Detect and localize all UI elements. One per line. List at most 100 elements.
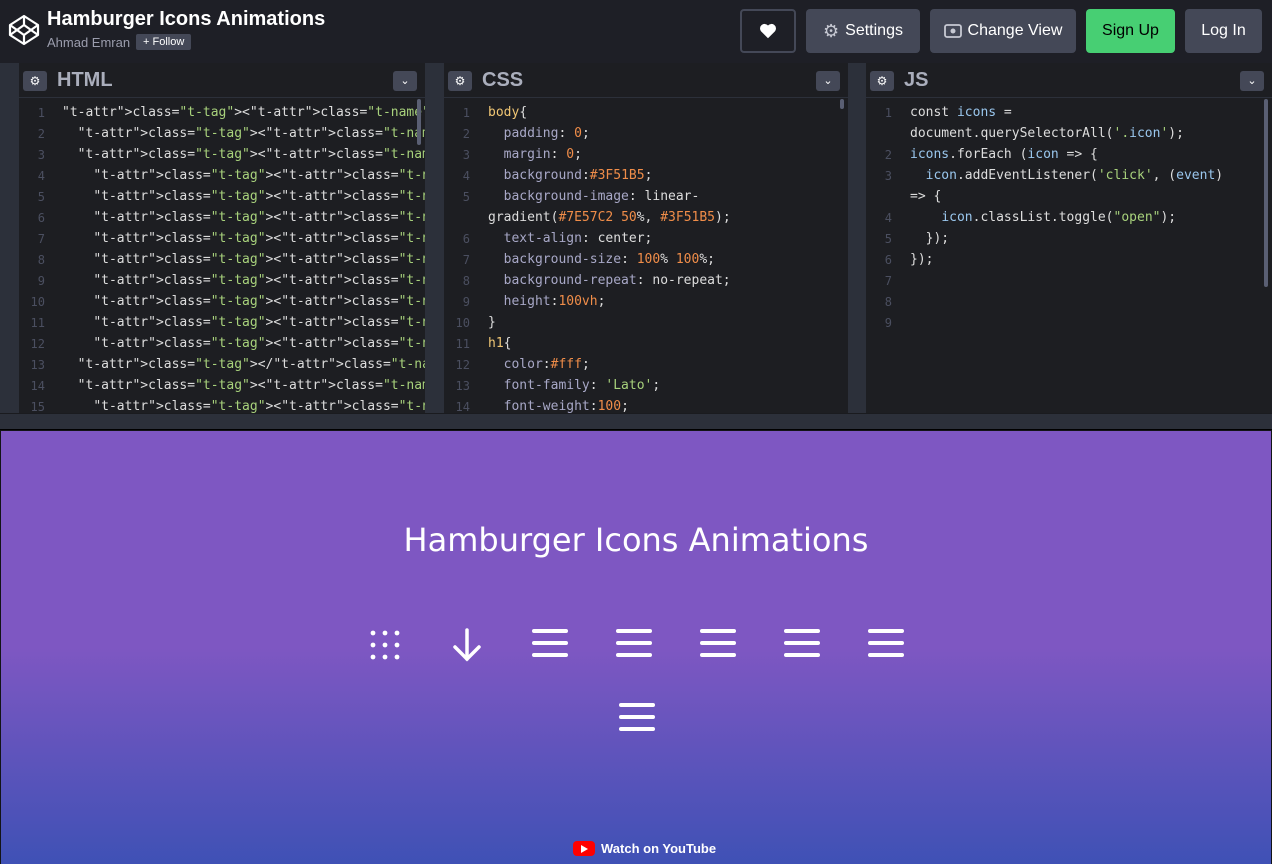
css-scrollbar[interactable] — [840, 99, 844, 109]
js-editor[interactable]: ⚙ JS ⌄ 1 const icons = document.querySelec… — [866, 63, 1272, 413]
hamburger-bar — [616, 641, 652, 645]
signup-button[interactable]: Sign Up — [1086, 9, 1175, 53]
codepen-logo-icon[interactable] — [8, 14, 40, 46]
html-editor[interactable]: ⚙ HTML ⌄ 1 "t-attr">class="t-tag"><"t-att… — [19, 63, 425, 413]
follow-button[interactable]: + Follow — [136, 34, 192, 50]
js-code-line[interactable]: 4 icon.classList.toggle("open"); — [866, 208, 1272, 229]
css-code-line[interactable]: 8 background-repeat: no-repeat; — [444, 271, 848, 292]
html-code-line[interactable]: 4 "t-attr">class="t-tag"><"t-attr">class… — [19, 166, 425, 187]
line-number: 4 — [884, 211, 892, 225]
js-code-line[interactable]: 3 icon.addEventListener('click', (event) — [866, 166, 1272, 187]
js-code-line[interactable]: 9 — [866, 313, 1272, 334]
css-code-line[interactable]: 14 font-weight:100; — [444, 397, 848, 413]
line-number: 9 — [884, 316, 892, 330]
change-view-button[interactable]: Change View — [930, 9, 1076, 53]
line-text: icons.forEach (icon => { — [910, 147, 1098, 162]
hamburger-icon[interactable] — [532, 627, 568, 663]
html-code-line[interactable]: 9 "t-attr">class="t-tag"><"t-attr">class… — [19, 271, 425, 292]
css-code-line[interactable]: 12 color:#fff; — [444, 355, 848, 376]
hamburger-icon[interactable] — [784, 627, 820, 663]
html-code-line[interactable]: 5 "t-attr">class="t-tag"><"t-attr">class… — [19, 187, 425, 208]
js-settings-icon[interactable]: ⚙ — [870, 71, 894, 91]
pen-title[interactable]: Hamburger Icons Animations — [47, 8, 325, 31]
grid-dots-icon[interactable] — [367, 627, 403, 663]
css-code-line[interactable]: 4 background:#3F51B5; — [444, 166, 848, 187]
hamburger-bar — [619, 715, 655, 719]
css-code-line[interactable]: 7 background-size: 100% 100%; — [444, 250, 848, 271]
js-pane-header: ⚙ JS ⌄ — [866, 63, 1272, 98]
resize-divider[interactable] — [0, 413, 1272, 430]
line-text: => { — [910, 189, 942, 204]
line-number: 9 — [37, 274, 45, 288]
css-editor[interactable]: ⚙ CSS ⌄ 1 body{2 padding: 0; 3 margin: 0; 4… — [444, 63, 848, 413]
hamburger-icon[interactable] — [619, 701, 655, 737]
settings-button[interactable]: ⚙ Settings — [806, 9, 920, 53]
line-number: 8 — [884, 295, 892, 309]
hamburger-icon[interactable] — [700, 627, 736, 663]
line-text: body{ — [488, 105, 528, 120]
css-code-line[interactable]: 13 font-family: 'Lato'; — [444, 376, 848, 397]
login-button[interactable]: Log In — [1185, 9, 1262, 53]
html-code-line[interactable]: 7 "t-attr">class="t-tag"><"t-attr">class… — [19, 229, 425, 250]
html-code-line[interactable]: 14 "t-attr">class="t-tag"><"t-attr">clas… — [19, 376, 425, 397]
html-chevron-down-icon[interactable]: ⌄ — [393, 71, 417, 91]
js-scrollbar[interactable] — [1264, 99, 1268, 287]
html-code-line[interactable]: 1 "t-attr">class="t-tag"><"t-attr">class=… — [19, 103, 425, 124]
css-chevron-down-icon[interactable]: ⌄ — [816, 71, 840, 91]
line-number: 4 — [462, 169, 470, 183]
js-code-line[interactable]: 6}); — [866, 250, 1272, 271]
html-code-line[interactable]: 8 "t-attr">class="t-tag"><"t-attr">class… — [19, 250, 425, 271]
html-code-line[interactable]: 3 "t-attr">class="t-tag"><"t-attr">class… — [19, 145, 425, 166]
html-code-line[interactable]: 2 "t-attr">class="t-tag"><"t-attr">class… — [19, 124, 425, 145]
js-code-line[interactable]: 1 const icons = — [866, 103, 1272, 124]
line-number: 6 — [37, 211, 45, 225]
html-code-line[interactable]: 10 "t-attr">class="t-tag"><"t-attr">clas… — [19, 292, 425, 313]
css-code-line[interactable]: 3 margin: 0; — [444, 145, 848, 166]
js-code-line[interactable]: document.querySelectorAll('.icon'); — [866, 124, 1272, 145]
html-code-line[interactable]: 11 "t-attr">class="t-tag"><"t-attr">clas… — [19, 313, 425, 334]
js-pane-title: JS — [904, 69, 929, 91]
hamburger-bar — [619, 703, 655, 707]
css-code-line[interactable]: 10} — [444, 313, 848, 334]
line-number: 12 — [30, 337, 45, 351]
author-name[interactable]: Ahmad Emran — [47, 35, 130, 50]
css-code-line[interactable]: 9 height:100vh; — [444, 292, 848, 313]
css-code-line[interactable]: 1 body{ — [444, 103, 848, 124]
css-code-line[interactable]: gradient(#7E57C2 50%, #3F51B5); — [444, 208, 848, 229]
watch-on-youtube-link[interactable]: Watch on YouTube — [573, 841, 716, 856]
html-code-line[interactable]: 13 "t-attr">class="t-tag"></"t-attr">cla… — [19, 355, 425, 376]
html-scrollbar[interactable] — [417, 99, 421, 145]
line-number: 11 — [30, 316, 45, 330]
line-number: 8 — [462, 274, 470, 288]
line-text: padding: 0; — [503, 126, 590, 141]
js-chevron-down-icon[interactable]: ⌄ — [1240, 71, 1264, 91]
hamburger-icon[interactable] — [868, 627, 904, 663]
html-code-line[interactable]: 15 "t-attr">class="t-tag"><"t-attr">clas… — [19, 397, 425, 413]
html-pane-header: ⚙ HTML ⌄ — [19, 63, 425, 98]
html-pane-title: HTML — [57, 69, 113, 91]
js-code-line[interactable]: 8 — [866, 292, 1272, 313]
heart-icon — [760, 23, 776, 39]
js-code-line[interactable]: 5 }); — [866, 229, 1272, 250]
line-text: "t-attr">class="t-tag"><"t-attr">class="… — [77, 126, 425, 141]
js-code-line[interactable]: => { — [866, 187, 1272, 208]
css-code-line[interactable]: 11 h1{ — [444, 334, 848, 355]
heart-button[interactable] — [740, 9, 796, 53]
arrow-down-icon[interactable] — [449, 627, 485, 663]
hamburger-bar — [868, 629, 904, 633]
css-settings-icon[interactable]: ⚙ — [448, 71, 472, 91]
line-number: 14 — [455, 400, 470, 413]
css-code-line[interactable]: 6 text-align: center; — [444, 229, 848, 250]
line-text: "t-attr">class="t-tag"><"t-attr">class="… — [93, 252, 425, 267]
css-code-line[interactable]: 5 background-image: linear- — [444, 187, 848, 208]
js-code-line[interactable]: 7 — [866, 271, 1272, 292]
html-code-line[interactable]: 6 "t-attr">class="t-tag"><"t-attr">class… — [19, 208, 425, 229]
js-code-line[interactable]: 2 icons.forEach (icon => { — [866, 145, 1272, 166]
css-code-line[interactable]: 2 padding: 0; — [444, 124, 848, 145]
line-number: 6 — [462, 232, 470, 246]
grid-dots-svg — [370, 630, 400, 660]
hamburger-icon[interactable] — [616, 627, 652, 663]
html-settings-icon[interactable]: ⚙ — [23, 71, 47, 91]
html-code-line[interactable]: 12 "t-attr">class="t-tag"><"t-attr">clas… — [19, 334, 425, 355]
gear-icon: ⚙ — [823, 20, 840, 41]
